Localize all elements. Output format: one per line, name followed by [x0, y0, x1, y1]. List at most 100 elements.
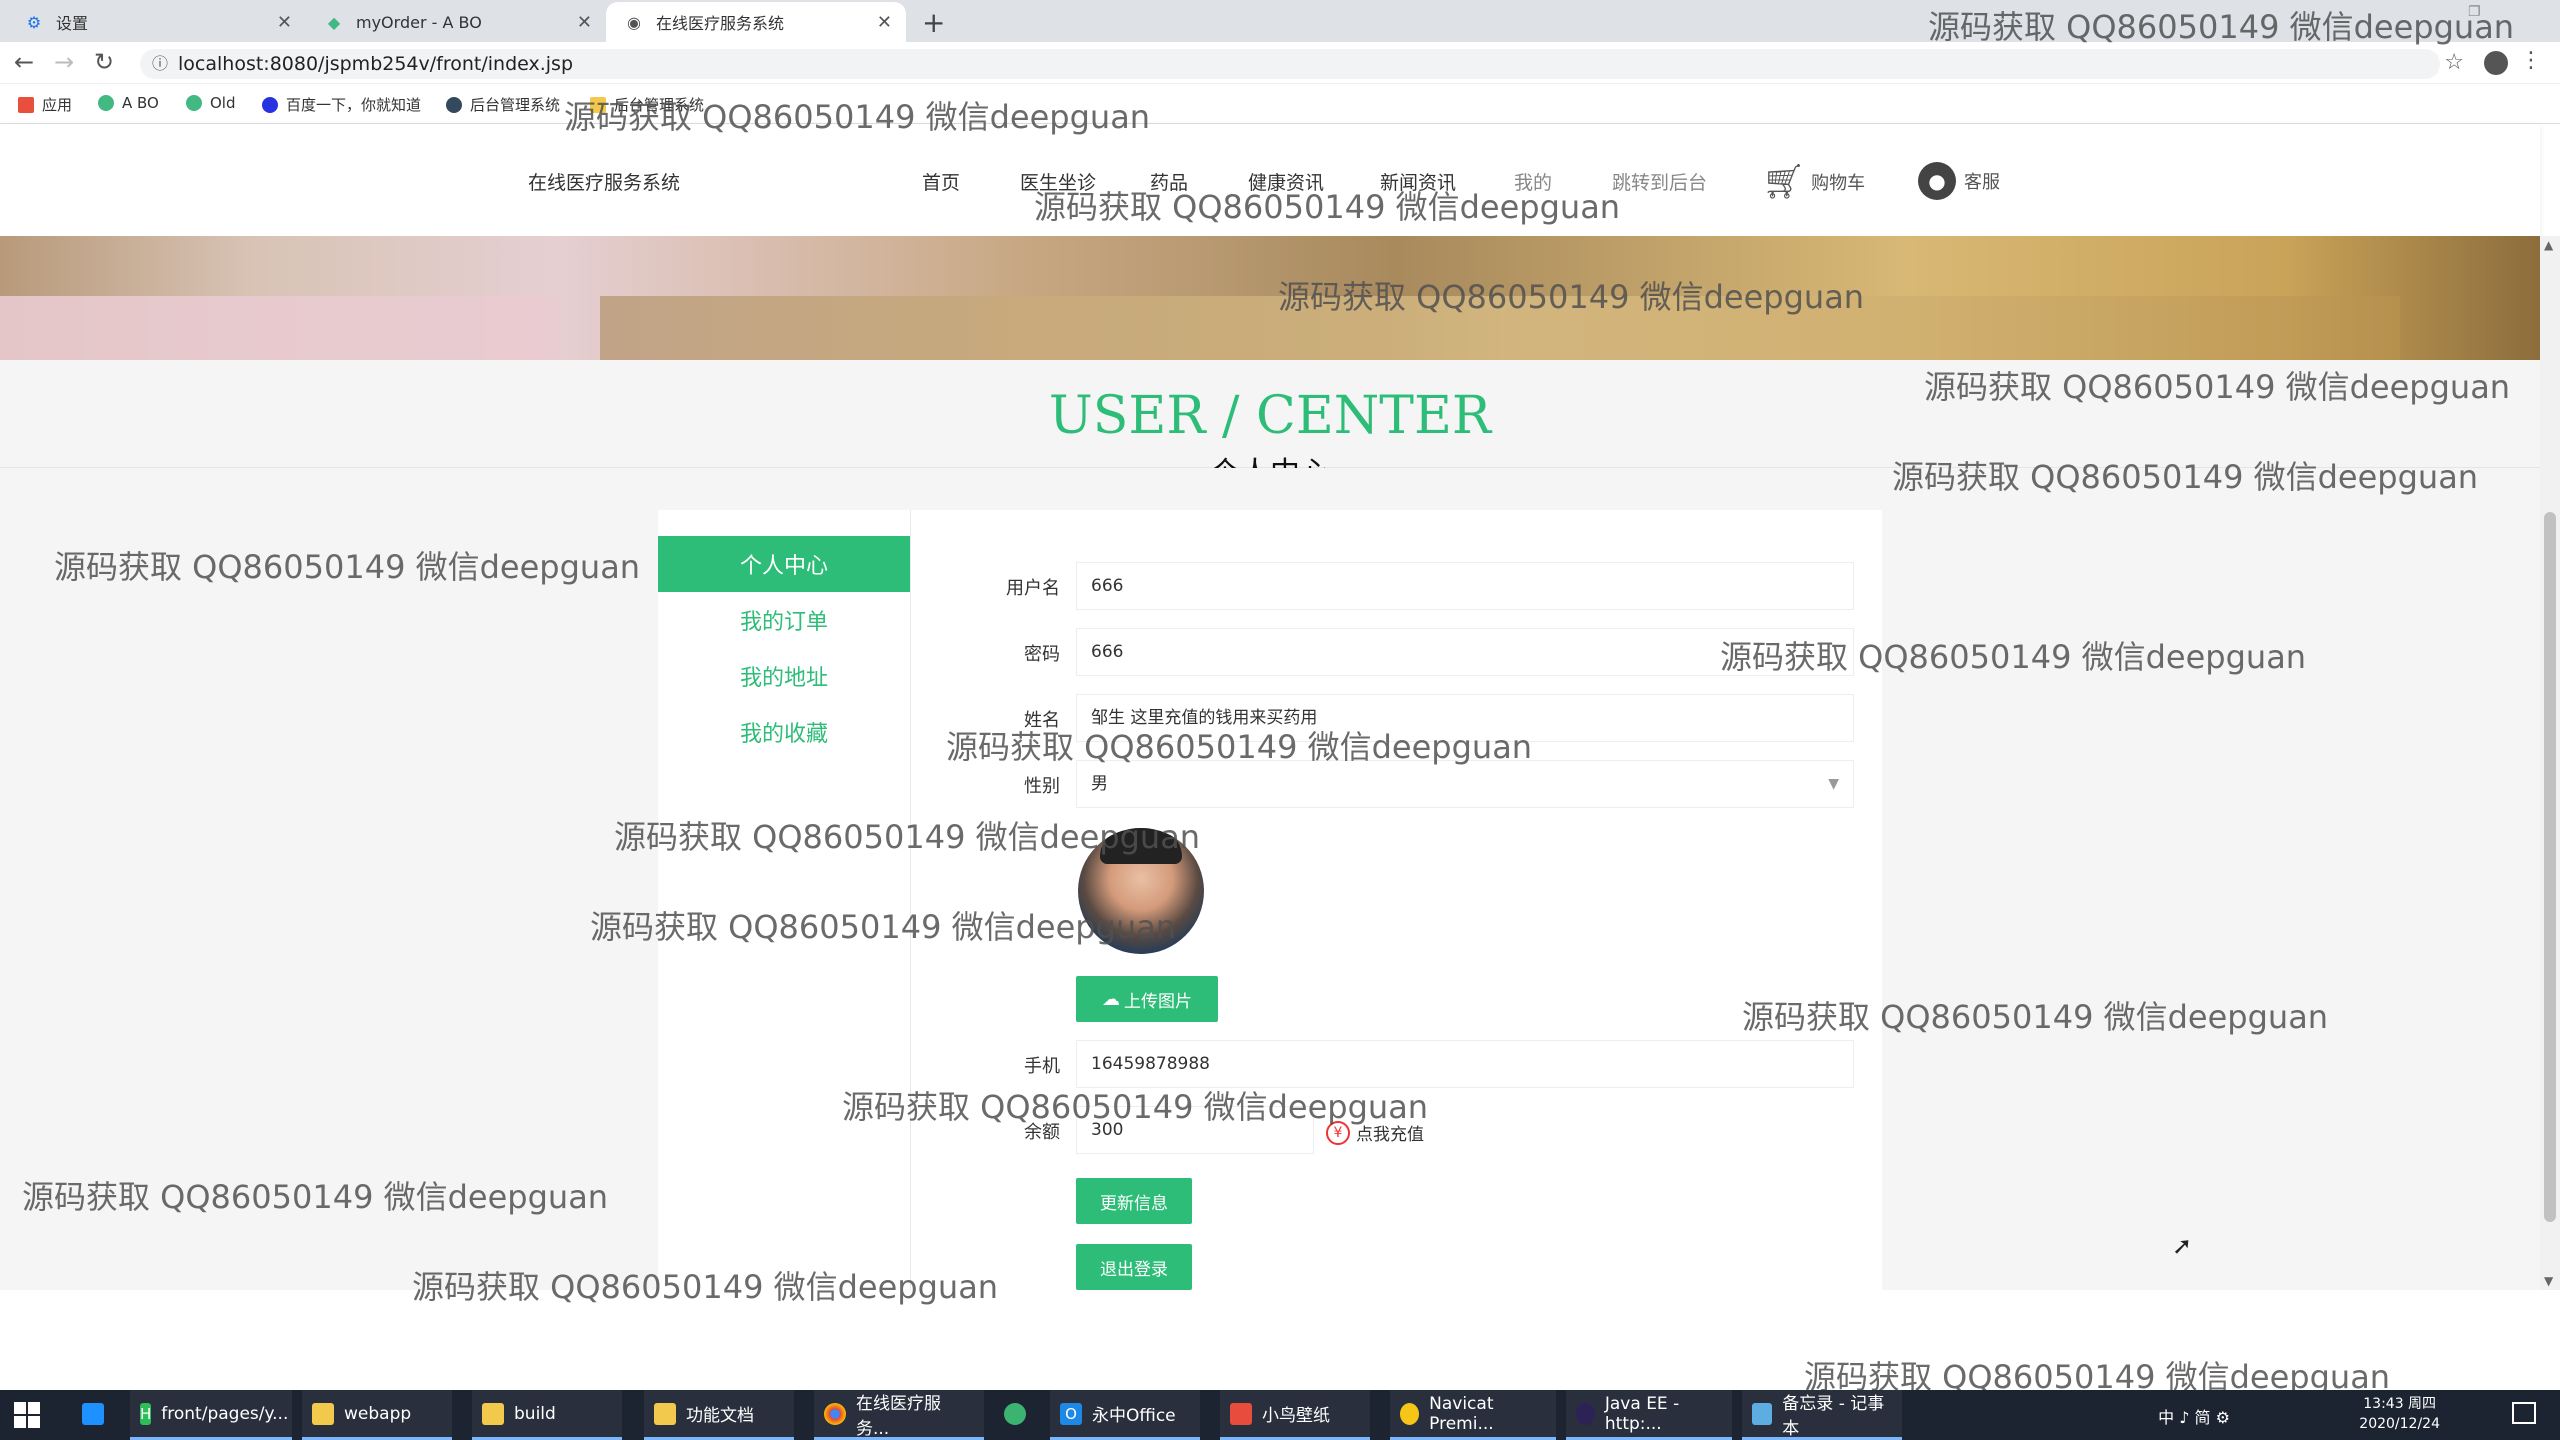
taskbar-item-office[interactable]: O 永中Office	[1050, 1390, 1200, 1440]
notepad-icon	[1752, 1402, 1773, 1425]
watermark: 源码获取 QQ86050149 微信deepguan	[614, 818, 1201, 856]
back-icon[interactable]: ←	[14, 48, 34, 76]
apps-grid-icon	[18, 96, 34, 113]
gender-value: 男	[1091, 774, 1108, 794]
bookmark-star-icon[interactable]: ☆	[2444, 50, 2464, 75]
scroll-down-icon[interactable]: ▼	[2544, 1274, 2553, 1288]
hero-banner	[0, 236, 2540, 360]
watermark: 源码获取 QQ86050149 微信deepguan	[946, 728, 1533, 766]
tab-medical[interactable]: ◉ 在线医疗服务系统 ✕	[606, 2, 906, 42]
windows-start-icon[interactable]	[14, 1402, 40, 1428]
page-scrollbar[interactable]: ▲ ▼	[2540, 236, 2560, 1290]
phone-label: 手机	[1024, 1056, 1060, 1077]
close-icon[interactable]: ✕	[877, 12, 892, 33]
globe-icon: ◉	[627, 12, 641, 32]
wechat-icon: ●	[1918, 162, 1956, 200]
banner-bed-shape	[0, 296, 560, 360]
app-icon	[1004, 1402, 1026, 1425]
vue-icon: ◆	[327, 12, 341, 32]
office-icon: O	[1060, 1402, 1082, 1425]
url-input[interactable]: ⓘ localhost:8080/jspmb254v/front/index.j…	[140, 49, 2440, 79]
taskbar-item-hbuilder[interactable]: H front/pages/y...	[130, 1390, 292, 1440]
phone-field[interactable]: 16459878988	[1076, 1040, 1854, 1088]
upload-image-button[interactable]: ☁ 上传图片	[1076, 976, 1218, 1022]
vue-icon	[446, 96, 462, 113]
taskbar-item-navicat[interactable]: Navicat Premi...	[1390, 1390, 1556, 1440]
watermark: 源码获取 QQ86050149 微信deepguan	[842, 1088, 1429, 1126]
chrome-icon	[824, 1402, 846, 1425]
vue-icon	[98, 95, 114, 111]
username-field[interactable]: 666	[1076, 562, 1854, 610]
navicat-icon	[1400, 1402, 1420, 1425]
folder-icon	[654, 1402, 676, 1425]
browser-menu-icon[interactable]: ⋮	[2520, 48, 2542, 73]
windows-taskbar: H front/pages/y... webapp build 功能文档 在线医…	[0, 1390, 2560, 1440]
system-tray[interactable]: 中 ♪ 简 ⚙	[2158, 1404, 2230, 1428]
tab-myorder[interactable]: ◆ myOrder - A BO ✕	[306, 2, 606, 42]
folder-icon	[482, 1402, 504, 1425]
vue-icon	[186, 95, 202, 111]
folder-icon	[312, 1402, 334, 1425]
username-label: 用户名	[1006, 578, 1060, 599]
sidebar-item-favorites[interactable]: 我的收藏	[658, 704, 910, 760]
taskbar-item-notepad[interactable]: 备忘录 - 记事本	[1742, 1390, 1902, 1440]
taskbar-item-build[interactable]: build	[472, 1390, 622, 1440]
account-icon[interactable]	[2484, 51, 2508, 75]
user-sidebar: 个人中心 我的订单 我的地址 我的收藏	[658, 536, 910, 760]
upload-label: 上传图片	[1124, 991, 1192, 1012]
bookmarks-bar: 应用 A BO Old 百度一下，你就知道 后台管理系统 后台管理系统	[0, 84, 2560, 124]
hbuilder-icon: H	[140, 1402, 152, 1425]
nav-backend[interactable]: 跳转到后台	[1612, 168, 1707, 195]
bookmark-abo[interactable]: A BO	[98, 94, 159, 112]
sidebar-divider	[910, 510, 911, 1290]
bookmark-admin[interactable]: 后台管理系统	[446, 94, 560, 115]
update-info-button[interactable]: 更新信息	[1076, 1178, 1192, 1224]
sidebar-item-orders[interactable]: 我的订单	[658, 592, 910, 648]
watermark: 源码获取 QQ86050149 微信deepguan	[564, 98, 1151, 136]
watermark: 源码获取 QQ86050149 微信deepguan	[54, 548, 641, 586]
logout-button[interactable]: 退出登录	[1076, 1244, 1192, 1290]
password-label: 密码	[1024, 644, 1060, 665]
cart-link[interactable]: 🛒︎ 购物车	[1762, 162, 1865, 202]
bookmark-baidu[interactable]: 百度一下，你就知道	[262, 94, 421, 115]
taskbar-item-chrome[interactable]: 在线医疗服务...	[814, 1390, 984, 1440]
notification-icon[interactable]	[2512, 1402, 2536, 1424]
bookmark-apps[interactable]: 应用	[18, 94, 72, 115]
mouse-cursor-icon: ➚	[2172, 1232, 2193, 1260]
taskbar-item-wallpaper[interactable]: 小鸟壁纸	[1220, 1390, 1370, 1440]
sidebar-item-addresses[interactable]: 我的地址	[658, 648, 910, 704]
taskbar-item-docs[interactable]: 功能文档	[644, 1390, 794, 1440]
taskbar-clock[interactable]: 13:43 周四 2020/12/24	[2359, 1394, 2440, 1434]
gender-label: 性别	[1024, 776, 1060, 797]
nav-home[interactable]: 首页	[922, 168, 960, 195]
taskbar-app-blue[interactable]	[72, 1390, 124, 1440]
site-brand[interactable]: 在线医疗服务系统	[528, 168, 680, 195]
taskbar-item-green-app[interactable]	[994, 1390, 1046, 1440]
tab-label: myOrder - A BO	[356, 12, 482, 32]
baidu-icon	[262, 96, 278, 113]
watermark: 源码获取 QQ86050149 微信deepguan	[1742, 998, 2329, 1036]
watermark: 源码获取 QQ86050149 微信deepguan	[412, 1268, 999, 1306]
watermark: 源码获取 QQ86050149 微信deepguan	[1720, 638, 2307, 676]
scroll-up-icon[interactable]: ▲	[2544, 238, 2553, 252]
close-icon[interactable]: ✕	[277, 12, 292, 33]
watermark: 源码获取 QQ86050149 微信deepguan	[1924, 368, 2511, 406]
scrollbar-thumb[interactable]	[2544, 512, 2556, 1222]
app-icon	[82, 1402, 104, 1425]
bookmark-old[interactable]: Old	[186, 94, 236, 112]
customer-service-link[interactable]: ● 客服	[1918, 162, 2000, 200]
eclipse-icon	[1576, 1402, 1595, 1425]
reload-icon[interactable]: ↻	[94, 48, 114, 76]
forward-icon[interactable]: →	[54, 48, 74, 76]
sidebar-item-profile[interactable]: 个人中心	[658, 536, 910, 592]
new-tab-button[interactable]: +	[922, 6, 945, 39]
clock-time: 13:43 周四	[2363, 1396, 2437, 1412]
close-icon[interactable]: ✕	[577, 12, 592, 33]
taskbar-item-eclipse[interactable]: Java EE - http:...	[1566, 1390, 1732, 1440]
taskbar-item-webapp[interactable]: webapp	[302, 1390, 452, 1440]
address-bar-row: ← → ↻ ⓘ localhost:8080/jspmb254v/front/i…	[0, 42, 2560, 84]
info-icon[interactable]: ⓘ	[152, 49, 168, 79]
chevron-down-icon: ▼	[1828, 776, 1839, 792]
tab-settings[interactable]: ⚙ 设置 ✕	[6, 2, 306, 42]
watermark: 源码获取 QQ86050149 微信deepguan	[1278, 278, 1865, 316]
